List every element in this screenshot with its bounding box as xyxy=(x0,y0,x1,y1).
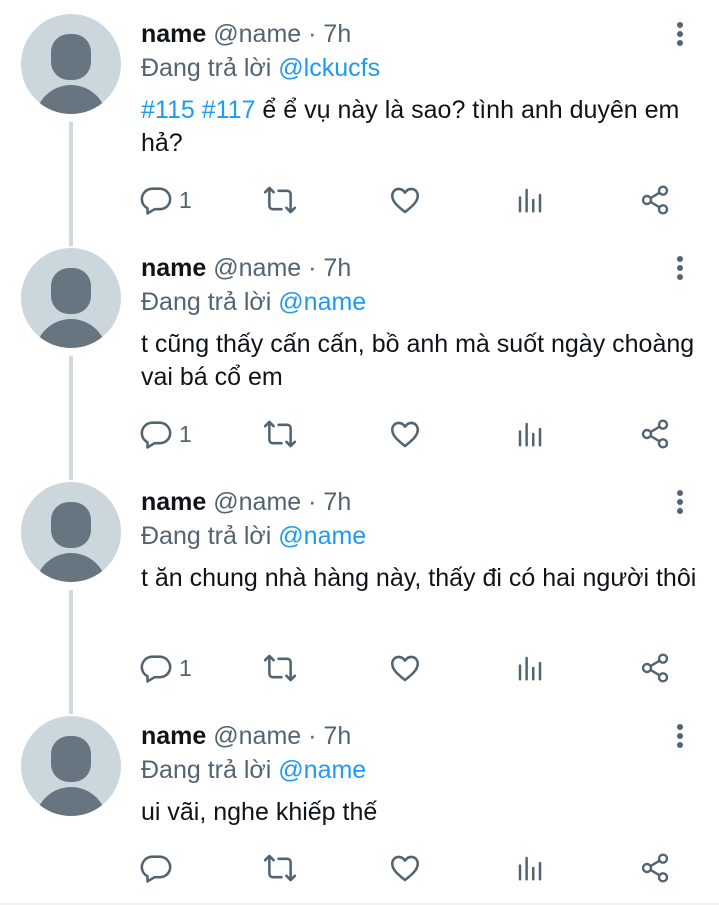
reply-count: 1 xyxy=(179,654,192,681)
user-handle: @name xyxy=(213,722,302,750)
retweet-button[interactable] xyxy=(262,650,298,686)
retweet-icon xyxy=(263,654,297,682)
retweet-icon xyxy=(263,186,297,214)
separator-dot: · xyxy=(308,254,317,282)
like-button[interactable] xyxy=(388,850,422,886)
share-button[interactable] xyxy=(639,182,671,218)
avatar[interactable] xyxy=(21,248,121,348)
tweet[interactable]: name @name · 7h Đang trả lời @lckucfs #1… xyxy=(0,0,719,234)
retweet-button[interactable] xyxy=(262,182,298,218)
reply-icon xyxy=(140,421,172,449)
reply-button[interactable] xyxy=(139,850,179,886)
retweet-button[interactable] xyxy=(262,416,298,452)
heart-icon xyxy=(390,421,420,448)
hashtag-link[interactable]: #115 xyxy=(141,96,195,124)
heart-icon xyxy=(390,655,420,682)
views-button[interactable] xyxy=(515,416,545,452)
display-name[interactable]: name xyxy=(141,722,206,750)
display-name[interactable]: name xyxy=(141,254,206,282)
replying-to-mention[interactable]: @name xyxy=(278,756,366,784)
user-handle: @name xyxy=(213,20,302,48)
tweet[interactable]: name @name · 7h Đang trả lời @name t cũn… xyxy=(0,234,719,468)
analytics-icon xyxy=(518,188,542,213)
share-icon xyxy=(641,653,669,683)
more-vertical-icon[interactable] xyxy=(677,256,685,283)
like-button[interactable] xyxy=(388,182,422,218)
tweet-actions: 1 xyxy=(0,416,719,456)
replying-to-mention[interactable]: @name xyxy=(278,522,366,550)
timestamp[interactable]: 7h xyxy=(323,722,351,750)
replying-to-mention[interactable]: @name xyxy=(278,288,366,316)
hashtag-link[interactable]: #117 xyxy=(202,96,256,124)
reply-icon xyxy=(140,187,172,215)
reply-icon xyxy=(140,855,172,883)
like-button[interactable] xyxy=(388,416,422,452)
replying-to-label: Đang trả lời xyxy=(141,54,272,82)
replying-to-mention[interactable]: @lckucfs xyxy=(278,54,380,82)
replying-to: Đang trả lời @name xyxy=(141,519,699,553)
tweet-header: name @name · 7h xyxy=(141,17,699,51)
views-button[interactable] xyxy=(515,850,545,886)
tweet-header: name @name · 7h xyxy=(141,485,699,519)
tweet-text: t cũng thấy cấn cấn, bồ anh mà suốt ngày… xyxy=(141,330,695,391)
tweet-text: t ăn chung nhà hàng này, thấy đi có hai … xyxy=(141,564,697,592)
reply-button[interactable]: 1 xyxy=(139,650,192,686)
analytics-icon xyxy=(518,856,542,881)
more-vertical-icon[interactable] xyxy=(677,22,685,49)
analytics-icon xyxy=(518,656,542,681)
tweet-text: #115 #117 ể ể vụ này là sao? tình anh du… xyxy=(141,94,699,160)
retweet-icon xyxy=(263,420,297,448)
analytics-icon xyxy=(518,422,542,447)
display-name[interactable]: name xyxy=(141,20,206,48)
retweet-button[interactable] xyxy=(262,850,298,886)
timestamp[interactable]: 7h xyxy=(323,488,351,516)
reply-button[interactable]: 1 xyxy=(139,416,192,452)
tweet[interactable]: name @name · 7h Đang trả lời @name t ăn … xyxy=(0,468,719,702)
display-name[interactable]: name xyxy=(141,488,206,516)
reply-button[interactable]: 1 xyxy=(139,182,192,218)
share-icon xyxy=(641,853,669,883)
share-button[interactable] xyxy=(639,650,671,686)
tweet-text: ui vãi, nghe khiếp thế xyxy=(141,798,378,826)
replying-to: Đang trả lời @name xyxy=(141,285,699,319)
user-handle: @name xyxy=(213,254,302,282)
reply-count: 1 xyxy=(179,420,192,447)
replying-to-label: Đang trả lời xyxy=(141,522,272,550)
reply-icon xyxy=(140,655,172,683)
replying-to-label: Đang trả lời xyxy=(141,288,272,316)
timestamp[interactable]: 7h xyxy=(323,254,351,282)
avatar[interactable] xyxy=(21,716,121,816)
share-icon xyxy=(641,419,669,449)
views-button[interactable] xyxy=(515,650,545,686)
share-icon xyxy=(641,185,669,215)
share-button[interactable] xyxy=(639,416,671,452)
tweet-actions xyxy=(0,850,719,890)
heart-icon xyxy=(390,187,420,214)
retweet-icon xyxy=(263,854,297,882)
more-vertical-icon[interactable] xyxy=(677,490,685,517)
separator-dot: · xyxy=(308,488,317,516)
tweet-actions: 1 xyxy=(0,182,719,222)
user-handle: @name xyxy=(213,488,302,516)
heart-icon xyxy=(390,855,420,882)
replying-to-label: Đang trả lời xyxy=(141,756,272,784)
share-button[interactable] xyxy=(639,850,671,886)
reply-count: 1 xyxy=(179,186,192,213)
avatar[interactable] xyxy=(21,482,121,582)
replying-to: Đang trả lời @name xyxy=(141,753,699,787)
separator-dot: · xyxy=(308,20,317,48)
timestamp[interactable]: 7h xyxy=(323,20,351,48)
avatar[interactable] xyxy=(21,14,121,114)
replying-to: Đang trả lời @lckucfs xyxy=(141,51,699,85)
more-vertical-icon[interactable] xyxy=(677,724,685,751)
tweet[interactable]: name @name · 7h Đang trả lời @name ui vã… xyxy=(0,702,719,905)
like-button[interactable] xyxy=(388,650,422,686)
tweet-header: name @name · 7h xyxy=(141,251,699,285)
tweet-header: name @name · 7h xyxy=(141,719,699,753)
tweet-actions: 1 xyxy=(0,650,719,690)
views-button[interactable] xyxy=(515,182,545,218)
separator-dot: · xyxy=(308,722,317,750)
